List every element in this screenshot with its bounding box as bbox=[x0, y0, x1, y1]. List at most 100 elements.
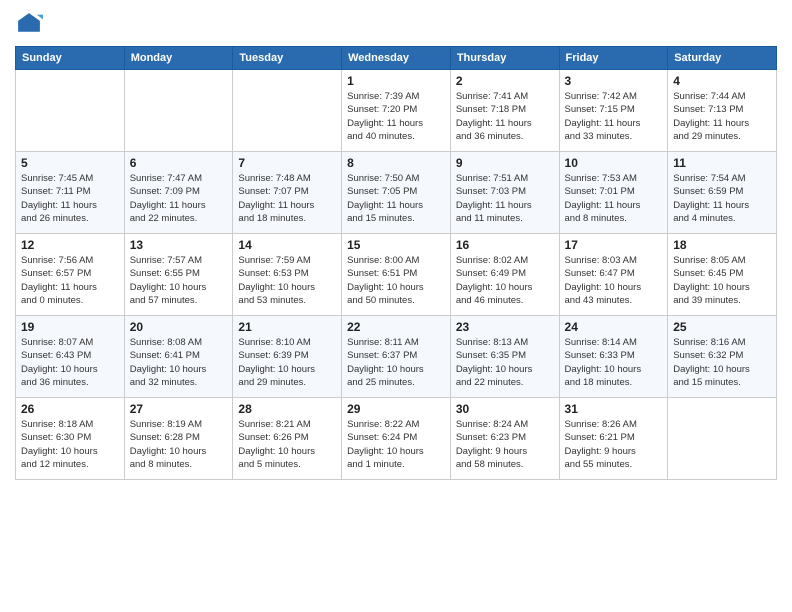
day-info: Sunrise: 8:24 AM Sunset: 6:23 PM Dayligh… bbox=[456, 418, 554, 471]
header bbox=[15, 10, 777, 38]
calendar-cell: 15 Sunrise: 8:00 AM Sunset: 6:51 PM Dayli… bbox=[342, 234, 451, 316]
day-info: Sunrise: 8:21 AM Sunset: 6:26 PM Dayligh… bbox=[238, 418, 336, 471]
day-number: 2 bbox=[456, 74, 554, 88]
calendar-cell bbox=[124, 70, 233, 152]
day-info: Sunrise: 8:14 AM Sunset: 6:33 PM Dayligh… bbox=[565, 336, 663, 389]
page: SundayMondayTuesdayWednesdayThursdayFrid… bbox=[0, 0, 792, 612]
day-number: 6 bbox=[130, 156, 228, 170]
day-info: Sunrise: 7:41 AM Sunset: 7:18 PM Dayligh… bbox=[456, 90, 554, 143]
calendar-cell: 3 Sunrise: 7:42 AM Sunset: 7:15 PM Daylig… bbox=[559, 70, 668, 152]
calendar-cell: 11 Sunrise: 7:54 AM Sunset: 6:59 PM Dayli… bbox=[668, 152, 777, 234]
day-number: 11 bbox=[673, 156, 771, 170]
day-info: Sunrise: 8:18 AM Sunset: 6:30 PM Dayligh… bbox=[21, 418, 119, 471]
calendar-cell: 26 Sunrise: 8:18 AM Sunset: 6:30 PM Dayli… bbox=[16, 398, 125, 480]
calendar-cell: 17 Sunrise: 8:03 AM Sunset: 6:47 PM Dayli… bbox=[559, 234, 668, 316]
day-info: Sunrise: 8:16 AM Sunset: 6:32 PM Dayligh… bbox=[673, 336, 771, 389]
calendar-cell: 31 Sunrise: 8:26 AM Sunset: 6:21 PM Dayli… bbox=[559, 398, 668, 480]
day-info: Sunrise: 8:10 AM Sunset: 6:39 PM Dayligh… bbox=[238, 336, 336, 389]
day-info: Sunrise: 7:59 AM Sunset: 6:53 PM Dayligh… bbox=[238, 254, 336, 307]
day-number: 30 bbox=[456, 402, 554, 416]
day-info: Sunrise: 7:51 AM Sunset: 7:03 PM Dayligh… bbox=[456, 172, 554, 225]
calendar-cell: 21 Sunrise: 8:10 AM Sunset: 6:39 PM Dayli… bbox=[233, 316, 342, 398]
day-info: Sunrise: 8:03 AM Sunset: 6:47 PM Dayligh… bbox=[565, 254, 663, 307]
day-header-monday: Monday bbox=[124, 47, 233, 70]
calendar-cell: 16Sunrise: 8:02 AM Sunset: 6:49 PM Dayli… bbox=[450, 234, 559, 316]
calendar-cell: 28 Sunrise: 8:21 AM Sunset: 6:26 PM Dayli… bbox=[233, 398, 342, 480]
calendar-cell: 2 Sunrise: 7:41 AM Sunset: 7:18 PM Daylig… bbox=[450, 70, 559, 152]
calendar-cell: 19 Sunrise: 8:07 AM Sunset: 6:43 PM Dayli… bbox=[16, 316, 125, 398]
calendar-cell: 9 Sunrise: 7:51 AM Sunset: 7:03 PM Daylig… bbox=[450, 152, 559, 234]
calendar-cell: 23Sunrise: 8:13 AM Sunset: 6:35 PM Dayli… bbox=[450, 316, 559, 398]
day-number: 20 bbox=[130, 320, 228, 334]
week-row-3: 12 Sunrise: 7:56 AM Sunset: 6:57 PM Dayli… bbox=[16, 234, 777, 316]
day-number: 4 bbox=[673, 74, 771, 88]
day-info: Sunrise: 8:00 AM Sunset: 6:51 PM Dayligh… bbox=[347, 254, 445, 307]
day-info: Sunrise: 8:11 AM Sunset: 6:37 PM Dayligh… bbox=[347, 336, 445, 389]
calendar-cell: 20Sunrise: 8:08 AM Sunset: 6:41 PM Dayli… bbox=[124, 316, 233, 398]
day-number: 26 bbox=[21, 402, 119, 416]
calendar-cell: 25 Sunrise: 8:16 AM Sunset: 6:32 PM Dayli… bbox=[668, 316, 777, 398]
day-info: Sunrise: 7:47 AM Sunset: 7:09 PM Dayligh… bbox=[130, 172, 228, 225]
day-number: 22 bbox=[347, 320, 445, 334]
day-number: 21 bbox=[238, 320, 336, 334]
day-number: 7 bbox=[238, 156, 336, 170]
week-row-5: 26 Sunrise: 8:18 AM Sunset: 6:30 PM Dayli… bbox=[16, 398, 777, 480]
day-info: Sunrise: 8:05 AM Sunset: 6:45 PM Dayligh… bbox=[673, 254, 771, 307]
calendar-cell: 30 Sunrise: 8:24 AM Sunset: 6:23 PM Dayli… bbox=[450, 398, 559, 480]
calendar-cell: 1Sunrise: 7:39 AM Sunset: 7:20 PM Daylig… bbox=[342, 70, 451, 152]
day-number: 12 bbox=[21, 238, 119, 252]
day-info: Sunrise: 8:19 AM Sunset: 6:28 PM Dayligh… bbox=[130, 418, 228, 471]
day-number: 24 bbox=[565, 320, 663, 334]
logo bbox=[15, 10, 47, 38]
day-number: 17 bbox=[565, 238, 663, 252]
day-number: 13 bbox=[130, 238, 228, 252]
day-info: Sunrise: 7:42 AM Sunset: 7:15 PM Dayligh… bbox=[565, 90, 663, 143]
day-number: 5 bbox=[21, 156, 119, 170]
day-number: 3 bbox=[565, 74, 663, 88]
day-header-thursday: Thursday bbox=[450, 47, 559, 70]
calendar-table: SundayMondayTuesdayWednesdayThursdayFrid… bbox=[15, 46, 777, 480]
calendar-cell: 24 Sunrise: 8:14 AM Sunset: 6:33 PM Dayli… bbox=[559, 316, 668, 398]
calendar-cell: 4Sunrise: 7:44 AM Sunset: 7:13 PM Daylig… bbox=[668, 70, 777, 152]
day-info: Sunrise: 7:45 AM Sunset: 7:11 PM Dayligh… bbox=[21, 172, 119, 225]
calendar-cell: 29Sunrise: 8:22 AM Sunset: 6:24 PM Dayli… bbox=[342, 398, 451, 480]
calendar-header-row: SundayMondayTuesdayWednesdayThursdayFrid… bbox=[16, 47, 777, 70]
day-number: 16 bbox=[456, 238, 554, 252]
calendar-cell: 8Sunrise: 7:50 AM Sunset: 7:05 PM Daylig… bbox=[342, 152, 451, 234]
day-number: 18 bbox=[673, 238, 771, 252]
day-info: Sunrise: 7:56 AM Sunset: 6:57 PM Dayligh… bbox=[21, 254, 119, 307]
week-row-2: 5 Sunrise: 7:45 AM Sunset: 7:11 PM Daylig… bbox=[16, 152, 777, 234]
calendar-cell: 22 Sunrise: 8:11 AM Sunset: 6:37 PM Dayli… bbox=[342, 316, 451, 398]
day-header-saturday: Saturday bbox=[668, 47, 777, 70]
week-row-4: 19 Sunrise: 8:07 AM Sunset: 6:43 PM Dayli… bbox=[16, 316, 777, 398]
week-row-1: 1Sunrise: 7:39 AM Sunset: 7:20 PM Daylig… bbox=[16, 70, 777, 152]
day-number: 25 bbox=[673, 320, 771, 334]
calendar-cell: 14 Sunrise: 7:59 AM Sunset: 6:53 PM Dayli… bbox=[233, 234, 342, 316]
day-number: 19 bbox=[21, 320, 119, 334]
day-number: 27 bbox=[130, 402, 228, 416]
day-number: 1 bbox=[347, 74, 445, 88]
day-info: Sunrise: 8:07 AM Sunset: 6:43 PM Dayligh… bbox=[21, 336, 119, 389]
calendar-cell: 6 Sunrise: 7:47 AM Sunset: 7:09 PM Daylig… bbox=[124, 152, 233, 234]
day-header-friday: Friday bbox=[559, 47, 668, 70]
day-header-tuesday: Tuesday bbox=[233, 47, 342, 70]
day-number: 9 bbox=[456, 156, 554, 170]
day-number: 28 bbox=[238, 402, 336, 416]
day-header-sunday: Sunday bbox=[16, 47, 125, 70]
calendar-cell: 5 Sunrise: 7:45 AM Sunset: 7:11 PM Daylig… bbox=[16, 152, 125, 234]
day-info: Sunrise: 7:54 AM Sunset: 6:59 PM Dayligh… bbox=[673, 172, 771, 225]
day-info: Sunrise: 7:50 AM Sunset: 7:05 PM Dayligh… bbox=[347, 172, 445, 225]
calendar-cell: 13Sunrise: 7:57 AM Sunset: 6:55 PM Dayli… bbox=[124, 234, 233, 316]
day-info: Sunrise: 8:26 AM Sunset: 6:21 PM Dayligh… bbox=[565, 418, 663, 471]
calendar-cell: 7Sunrise: 7:48 AM Sunset: 7:07 PM Daylig… bbox=[233, 152, 342, 234]
day-number: 31 bbox=[565, 402, 663, 416]
calendar-cell: 27 Sunrise: 8:19 AM Sunset: 6:28 PM Dayli… bbox=[124, 398, 233, 480]
day-number: 14 bbox=[238, 238, 336, 252]
day-info: Sunrise: 8:13 AM Sunset: 6:35 PM Dayligh… bbox=[456, 336, 554, 389]
calendar-cell: 12 Sunrise: 7:56 AM Sunset: 6:57 PM Dayli… bbox=[16, 234, 125, 316]
calendar-cell: 18 Sunrise: 8:05 AM Sunset: 6:45 PM Dayli… bbox=[668, 234, 777, 316]
day-number: 15 bbox=[347, 238, 445, 252]
calendar-cell bbox=[668, 398, 777, 480]
logo-icon bbox=[15, 10, 43, 38]
day-number: 29 bbox=[347, 402, 445, 416]
